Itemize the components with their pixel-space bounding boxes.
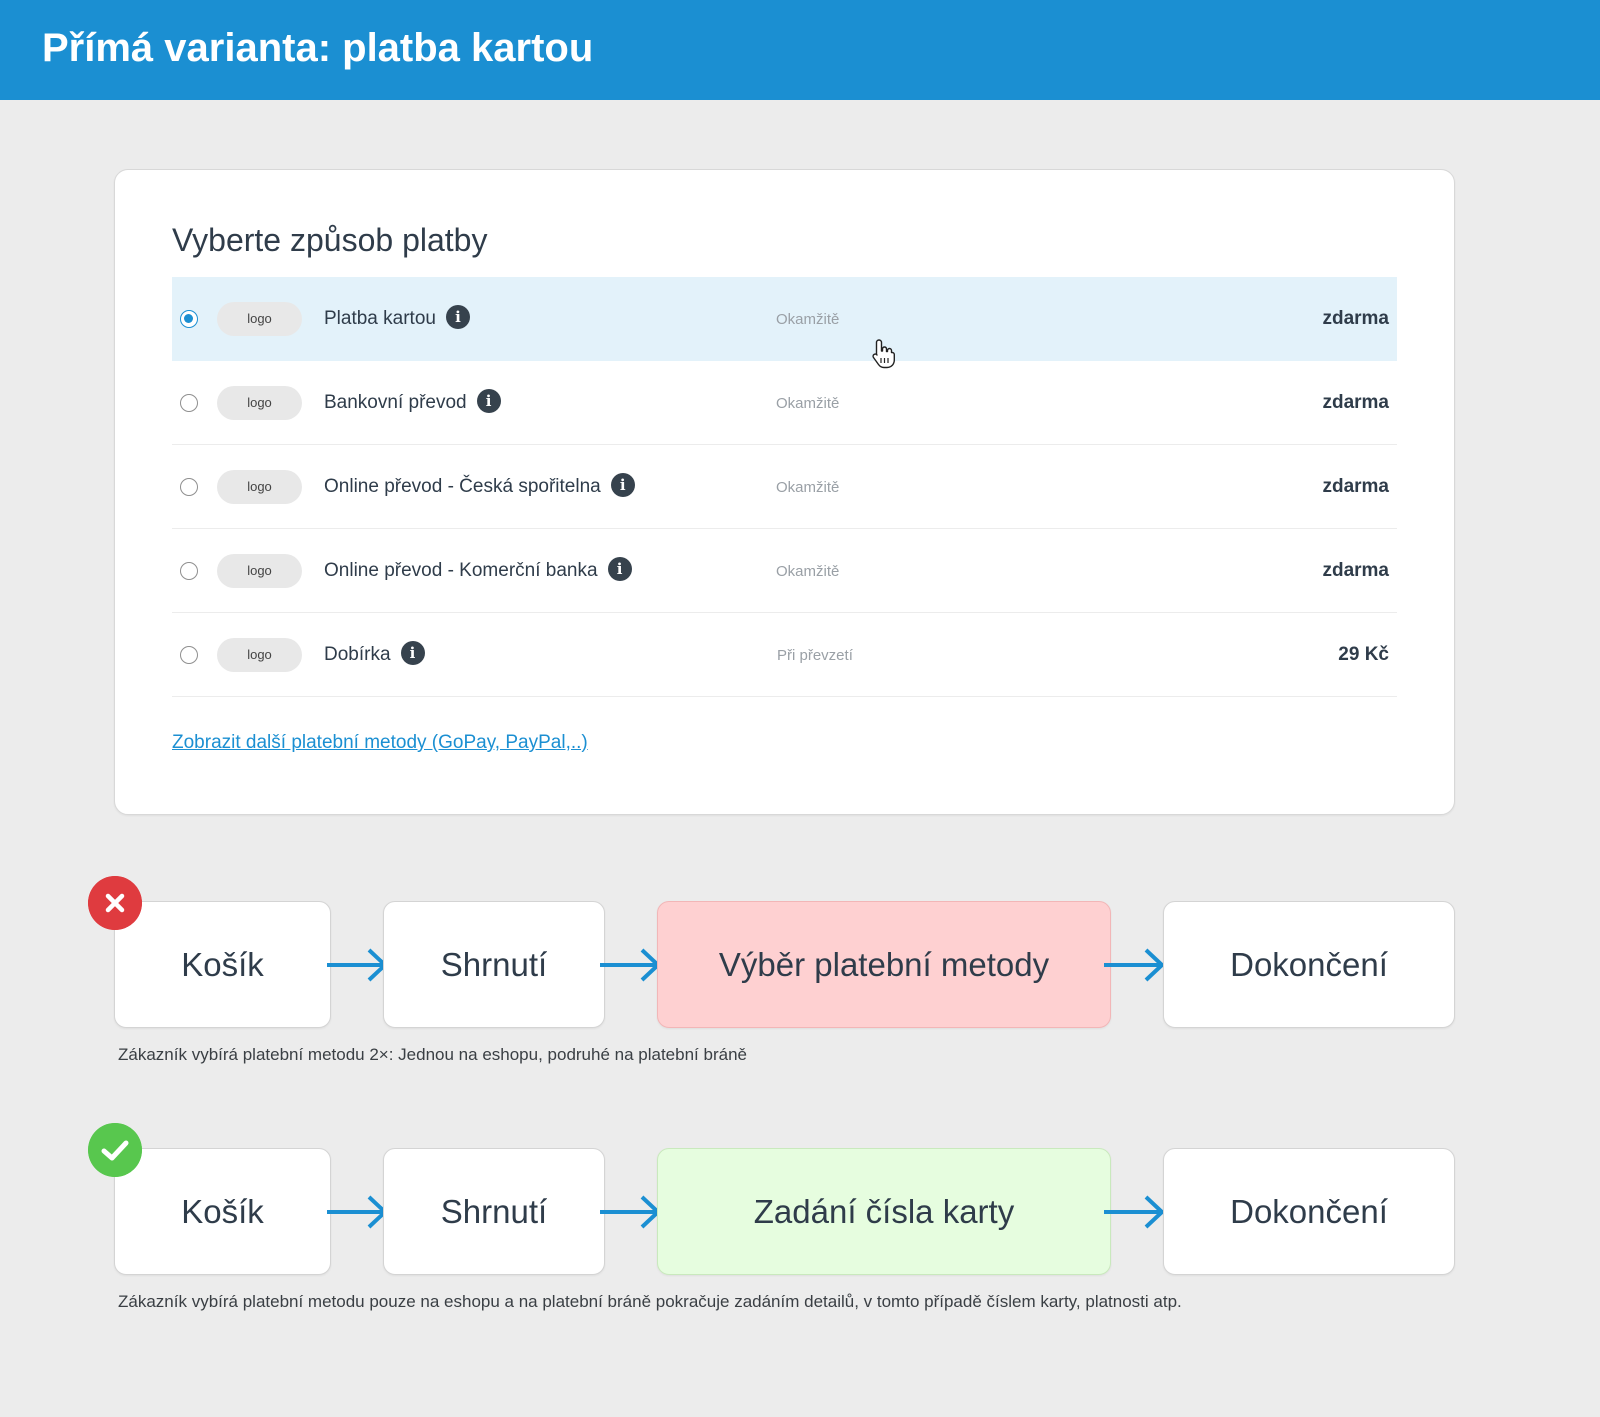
radio-button[interactable] — [180, 646, 198, 664]
payment-method-list: logo Platba kartou i Okamžitě zdarma logo… — [172, 277, 1397, 697]
checkmark-icon — [88, 1123, 142, 1177]
flow-caption-bad: Zákazník vybírá platební metodu 2×: Jedn… — [118, 1045, 747, 1064]
arrow-right-icon — [327, 948, 388, 982]
flow-step-dokonceni: Dokončení — [1163, 1148, 1455, 1275]
payment-method-row-bank-transfer[interactable]: logo Bankovní převod i Okamžitě zdarma — [172, 361, 1397, 445]
info-icon[interactable]: i — [476, 388, 501, 413]
method-timing: Okamžitě — [776, 479, 840, 496]
info-icon[interactable]: i — [445, 304, 470, 329]
radio-button[interactable] — [180, 394, 198, 412]
method-timing: Okamžitě — [776, 395, 840, 412]
info-icon[interactable]: i — [400, 640, 425, 665]
x-icon — [88, 876, 142, 930]
method-name-label: Platba kartou i — [324, 304, 470, 330]
method-name-label: Online převod - Komerční banka i — [324, 556, 632, 582]
payment-method-row-card[interactable]: logo Platba kartou i Okamžitě zdarma — [172, 277, 1397, 361]
method-logo: logo — [217, 638, 302, 672]
flow-step-kosik: Košík — [114, 901, 331, 1028]
arrow-right-icon — [1104, 948, 1165, 982]
radio-button[interactable] — [180, 562, 198, 580]
info-icon[interactable]: i — [607, 556, 632, 581]
header-bar: Přímá varianta: platba kartou — [0, 0, 1600, 100]
method-timing: Okamžitě — [776, 563, 840, 580]
method-name-text: Dobírka — [324, 644, 391, 665]
method-name-text: Online převod - Komerční banka — [324, 560, 598, 581]
radio-button[interactable] — [180, 478, 198, 496]
method-logo: logo — [217, 302, 302, 336]
method-logo: logo — [217, 386, 302, 420]
payment-method-row-ceska-sporitelna[interactable]: logo Online převod - Česká spořitelna i O… — [172, 445, 1397, 529]
method-name-text: Online převod - Česká spořitelna — [324, 476, 601, 497]
method-price: zdarma — [1322, 560, 1389, 581]
payment-method-title: Vyberte způsob platby — [172, 222, 488, 258]
method-name-text: Bankovní převod — [324, 392, 467, 413]
arrow-right-icon — [600, 1195, 661, 1229]
page-title: Přímá varianta: platba kartou — [42, 26, 594, 70]
hand-cursor-icon — [872, 339, 895, 369]
flow-step-kosik: Košík — [114, 1148, 331, 1275]
arrow-right-icon — [1104, 1195, 1165, 1229]
payment-method-row-dobirka[interactable]: logo Dobírka i Při převzetí 29 Kč — [172, 613, 1397, 697]
checkout-flow-bad: Košík Shrnutí Výběr platební metody Doko… — [0, 901, 1600, 1031]
more-payment-methods-link[interactable]: Zobrazit další platební metody (GoPay, P… — [172, 732, 588, 754]
flow-step-dokonceni: Dokončení — [1163, 901, 1455, 1028]
method-price: zdarma — [1322, 308, 1389, 329]
payment-method-card: Vyberte způsob platby logo Platba kartou… — [114, 169, 1455, 815]
flow-step-shrnuti: Shrnutí — [383, 1148, 605, 1275]
info-icon[interactable]: i — [610, 472, 635, 497]
arrow-right-icon — [327, 1195, 388, 1229]
method-logo: logo — [217, 554, 302, 588]
method-timing: Okamžitě — [776, 311, 840, 328]
payment-method-row-komercni-banka[interactable]: logo Online převod - Komerční banka i Oka… — [172, 529, 1397, 613]
arrow-right-icon — [600, 948, 661, 982]
flow-step-card-entry: Zadání čísla karty — [657, 1148, 1111, 1275]
radio-button-selected[interactable] — [180, 310, 198, 328]
method-name-label: Dobírka i — [324, 640, 425, 666]
flow-step-shrnuti: Shrnutí — [383, 901, 605, 1028]
method-price: 29 Kč — [1338, 644, 1389, 665]
method-name-text: Platba kartou — [324, 308, 436, 329]
flow-step-payment-selection: Výběr platební metody — [657, 901, 1111, 1028]
method-name-label: Online převod - Česká spořitelna i — [324, 472, 635, 498]
method-price: zdarma — [1322, 392, 1389, 413]
method-timing: Při převzetí — [777, 647, 853, 664]
flow-caption-good: Zákazník vybírá platební metodu pouze na… — [118, 1292, 1182, 1311]
method-logo: logo — [217, 470, 302, 504]
checkout-flow-good: Košík Shrnutí Zadání čísla karty Dokonče… — [0, 1148, 1600, 1278]
method-name-label: Bankovní převod i — [324, 388, 501, 414]
method-price: zdarma — [1322, 476, 1389, 497]
